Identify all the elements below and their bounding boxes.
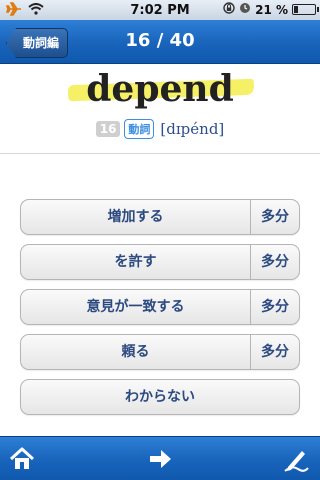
word-card: depend 16 動詞 [dɪpénd] — [0, 64, 320, 154]
choice-item: わからない — [20, 379, 300, 415]
battery-percent: 21 % — [255, 2, 288, 17]
pronunciation: [dɪpénd] — [160, 120, 225, 138]
choice-button[interactable]: を許す — [21, 245, 250, 279]
lock-icon — [223, 2, 235, 17]
battery-icon — [292, 4, 319, 15]
choice-maybe-button[interactable]: 多分 — [250, 200, 299, 234]
word-number-badge: 16 — [95, 121, 121, 137]
pen-icon[interactable] — [282, 445, 310, 473]
choice-maybe-button[interactable]: 多分 — [250, 290, 299, 324]
clock-icon — [239, 2, 251, 17]
choice-item: 増加する 多分 — [20, 199, 300, 235]
choice-button[interactable]: 意見が一致する — [21, 290, 250, 324]
dont-know-button[interactable]: わからない — [21, 380, 299, 414]
choice-button[interactable]: 頼る — [21, 335, 250, 369]
status-bar: 7:02 PM 21 % — [0, 0, 320, 20]
choice-item: 意見が一致する 多分 — [20, 289, 300, 325]
choice-maybe-button[interactable]: 多分 — [250, 245, 299, 279]
choice-maybe-button[interactable]: 多分 — [250, 335, 299, 369]
home-icon[interactable] — [8, 445, 36, 473]
choice-button[interactable]: 増加する — [21, 200, 250, 234]
part-of-speech-badge: 動詞 — [124, 119, 155, 139]
nav-bar: 動詞編 16 / 40 — [0, 20, 320, 64]
choice-item: を許す 多分 — [20, 244, 300, 280]
battery-fill — [294, 6, 298, 13]
vocab-word: depend — [86, 68, 234, 110]
bottom-toolbar — [0, 436, 320, 480]
page-title: 16 / 40 — [125, 30, 195, 51]
word-meta: 16 動詞 [dɪpénd] — [0, 119, 320, 139]
choice-item: 頼る 多分 — [20, 334, 300, 370]
arrow-right-icon[interactable] — [146, 445, 174, 473]
